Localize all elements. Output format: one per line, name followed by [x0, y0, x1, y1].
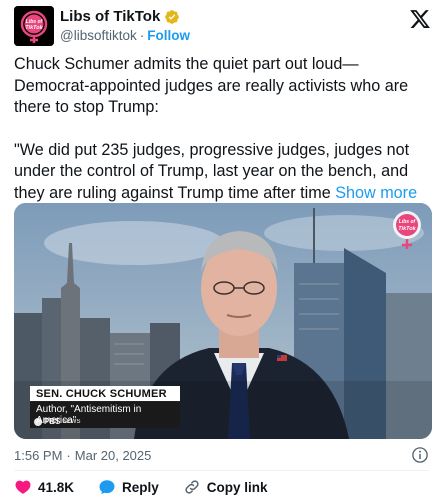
author-avatar[interactable]: Libs of TikTok: [14, 6, 54, 46]
show-more-link[interactable]: Show more: [335, 184, 417, 202]
tweet-text: Chuck Schumer admits the quiet part out …: [14, 54, 434, 204]
pbs-logo-icon: [34, 417, 42, 426]
divider: [14, 470, 429, 471]
x-logo-icon[interactable]: [409, 8, 431, 30]
reply-bubble-icon: [99, 480, 115, 495]
copy-link-button[interactable]: Copy link: [183, 478, 268, 496]
like-button[interactable]: 41.8K: [14, 478, 74, 496]
tweet-paragraph-1: Chuck Schumer admits the quiet part out …: [14, 55, 409, 116]
author-handle[interactable]: @libsoftiktok: [60, 28, 137, 43]
tweet-actions: 41.8K Reply Copy link: [14, 478, 292, 496]
watermark-line1: Libs of: [399, 219, 417, 225]
tweet-date: Mar 20, 2025: [74, 448, 152, 463]
author-name-row: Libs of TikTok: [60, 8, 180, 25]
author-display-name[interactable]: Libs of TikTok: [60, 8, 160, 25]
heart-icon: [15, 480, 31, 494]
pbs-news-bug: PBS NEWS: [34, 417, 80, 426]
info-icon[interactable]: [411, 446, 429, 464]
reply-label: Reply: [122, 479, 159, 495]
tweet-timestamp[interactable]: 1:56 PM · Mar 20, 2025: [14, 448, 151, 463]
watermark-logo: Libs of TikTok: [393, 211, 421, 249]
timestamp-separator: ·: [66, 448, 71, 463]
avatar-text-line2: TikTok: [25, 25, 43, 31]
reply-button[interactable]: Reply: [98, 478, 159, 496]
author-handle-row: @libsoftiktok · Follow: [60, 28, 190, 43]
verified-badge-icon: [164, 9, 180, 25]
watermark-line2: TikTok: [398, 226, 416, 232]
pbs-label: PBS: [44, 417, 61, 426]
link-icon: [185, 480, 199, 494]
follow-button[interactable]: Follow: [147, 28, 190, 43]
libs-of-tiktok-logo: Libs of TikTok: [14, 6, 54, 46]
copy-link-label: Copy link: [206, 479, 268, 495]
pbs-news-label: NEWS: [62, 418, 81, 425]
tweet-time: 1:56 PM: [14, 448, 63, 463]
handle-separator: ·: [139, 28, 145, 43]
likes-count: 41.8K: [38, 479, 75, 495]
tweet-paragraph-2: "We did put 235 judges, progressive judg…: [14, 140, 434, 205]
lower-third-name: SEN. CHUCK SCHUMER: [30, 386, 180, 401]
